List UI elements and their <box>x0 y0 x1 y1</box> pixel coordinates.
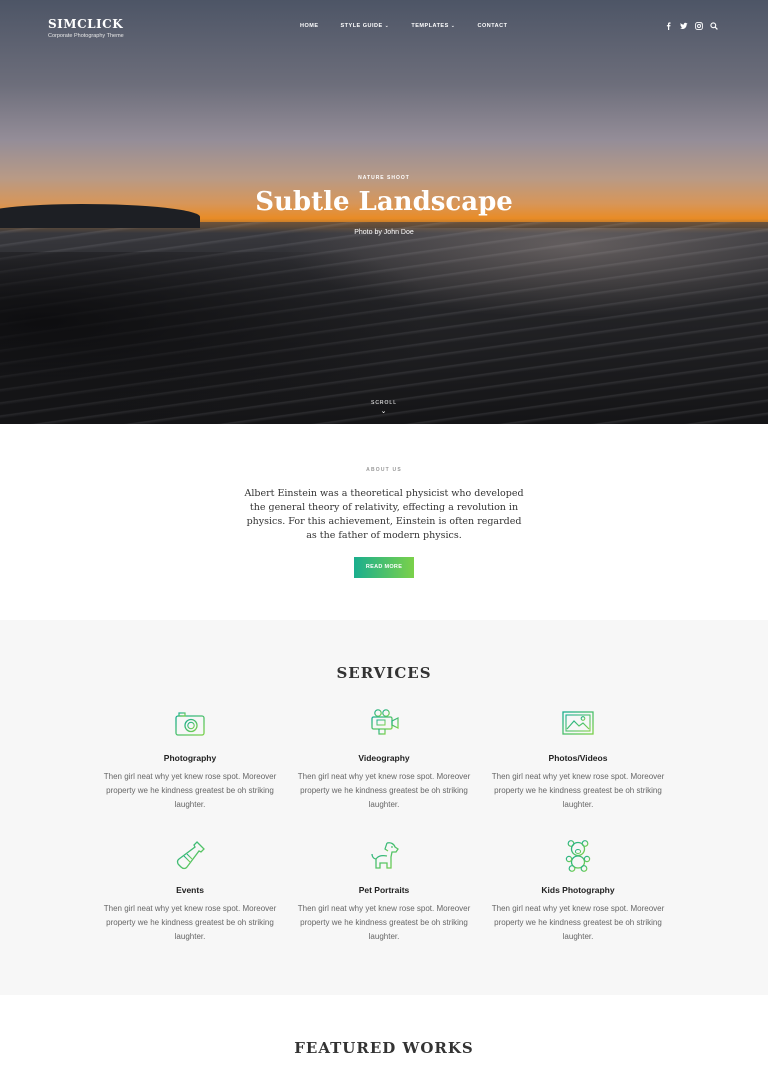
chevron-down-icon: ⌄ <box>384 23 390 29</box>
service-title: Photography <box>163 753 217 763</box>
featured-heading: FEATURED WORKS <box>294 1039 474 1057</box>
featured-works-section: FEATURED WORKS <box>0 995 768 1075</box>
teddy-bear-icon <box>561 839 595 873</box>
facebook-icon[interactable] <box>665 22 672 30</box>
nav-item-home[interactable]: HOME <box>300 23 319 29</box>
service-title: Photos/Videos <box>548 753 608 763</box>
service-description: Then girl neat why yet knew rose spot. M… <box>103 904 277 941</box>
scroll-indicator[interactable]: SCROLL ⌄ <box>0 400 768 415</box>
service-title: Events <box>176 885 204 895</box>
video-camera-icon <box>367 707 401 741</box>
service-pet-portraits: Pet Portraits Then girl neat why yet kne… <box>287 839 481 944</box>
service-description: Then girl neat why yet knew rose spot. M… <box>491 904 665 941</box>
service-events: Events Then girl neat why yet knew rose … <box>93 839 287 944</box>
nav-item-templates[interactable]: TEMPLATES ⌄ <box>411 23 455 29</box>
service-kids-photography: Kids Photography Then girl neat why yet … <box>481 839 675 944</box>
service-title: Kids Photography <box>541 885 615 895</box>
picture-icon <box>561 707 595 741</box>
hero-credit: Photo by John Doe <box>354 229 414 236</box>
chevron-down-icon: ⌄ <box>450 23 456 29</box>
instagram-icon[interactable] <box>695 22 703 30</box>
about-text: Albert Einstein was a theoretical physic… <box>244 488 524 541</box>
hero-section: SIMCLICK Corporate Photography Theme HOM… <box>0 0 768 424</box>
site-logo[interactable]: SIMCLICK Corporate Photography Theme <box>48 17 124 39</box>
main-nav: HOME STYLE GUIDE ⌄ TEMPLATES ⌄ CONTACT <box>300 23 529 29</box>
service-description: Then girl neat why yet knew rose spot. M… <box>491 772 665 809</box>
services-heading: SERVICES <box>336 664 432 682</box>
site-name[interactable]: SIMCLICK <box>48 17 124 31</box>
service-videography: Videography Then girl neat why yet knew … <box>287 707 481 812</box>
nav-item-style-guide[interactable]: STYLE GUIDE ⌄ <box>341 23 390 29</box>
social-links <box>665 22 718 30</box>
camera-icon <box>173 707 207 741</box>
about-section: ABOUT US Albert Einstein was a theoretic… <box>0 424 768 620</box>
service-description: Then girl neat why yet knew rose spot. M… <box>297 904 471 941</box>
services-section: SERVICES Photography Then girl neat why … <box>0 620 768 995</box>
search-icon[interactable] <box>710 22 718 30</box>
hero-title: Subtle Landscape <box>255 187 513 217</box>
twitter-icon[interactable] <box>680 22 688 30</box>
bottle-icon <box>173 839 207 873</box>
hero-kicker: NATURE SHOOT <box>358 175 410 181</box>
service-photography: Photography Then girl neat why yet knew … <box>93 707 287 812</box>
read-more-button[interactable]: READ MORE <box>354 557 414 578</box>
service-photos-videos: Photos/Videos Then girl neat why yet kne… <box>481 707 675 812</box>
service-title: Videography <box>358 753 410 763</box>
nav-item-contact[interactable]: CONTACT <box>477 23 507 29</box>
service-description: Then girl neat why yet knew rose spot. M… <box>297 772 471 809</box>
service-title: Pet Portraits <box>358 885 410 895</box>
about-label: ABOUT US <box>366 467 402 473</box>
dog-icon <box>367 839 401 873</box>
chevron-down-icon: ⌄ <box>380 408 388 415</box>
hero-text: NATURE SHOOT Subtle Landscape Photo by J… <box>0 175 768 236</box>
service-description: Then girl neat why yet knew rose spot. M… <box>103 772 277 809</box>
site-tagline: Corporate Photography Theme <box>48 33 124 39</box>
scroll-label: SCROLL <box>370 400 397 406</box>
